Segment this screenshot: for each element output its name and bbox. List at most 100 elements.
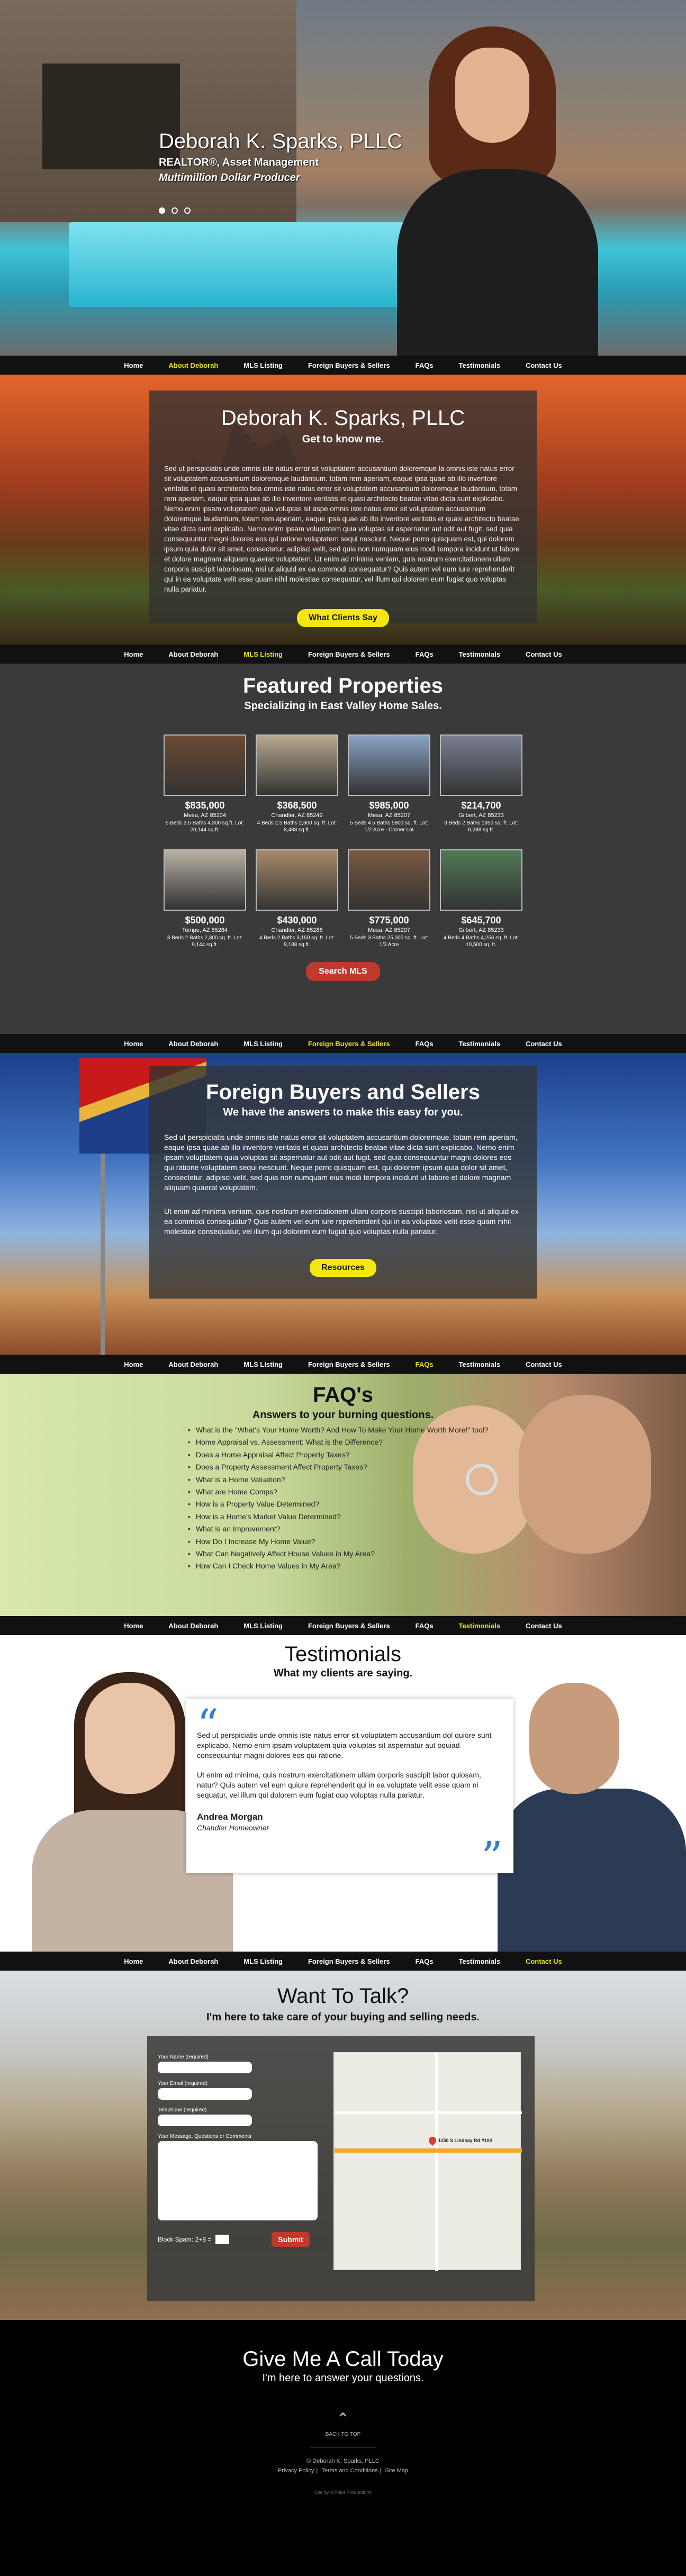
back-to-top-link[interactable]: BACK TO TOP [0,2432,686,2437]
nav-item[interactable]: About Deborah [168,650,218,658]
slider-dot[interactable] [184,207,191,214]
nav-item[interactable]: Foreign Buyers & Sellers [308,1622,390,1630]
message-field[interactable] [158,2141,318,2220]
name-field[interactable] [158,2062,252,2073]
nav-item[interactable]: MLS Listing [243,1957,283,1965]
nav-item[interactable]: Testimonials [459,1622,501,1630]
property-photo[interactable] [348,849,430,911]
nav-item[interactable]: MLS Listing [243,361,283,369]
property-photo[interactable] [256,734,338,796]
nav-item[interactable]: Contact Us [526,1957,562,1965]
site-map-link[interactable]: Site Map [385,2468,408,2474]
nav-item[interactable]: FAQs [416,1957,434,1965]
nav-item[interactable]: About Deborah [168,1040,218,1048]
nav-item[interactable]: Testimonials [459,361,501,369]
nav-item[interactable]: MLS Listing [243,1622,283,1630]
what-clients-say-button[interactable]: What Clients Say [297,609,389,627]
faq-item[interactable]: What is the "What's Your Home Worth? And… [188,1424,489,1436]
nav-item[interactable]: About Deborah [168,1622,218,1630]
nav-item[interactable]: Home [124,650,143,658]
faq-item[interactable]: How Can I Check Home Values in My Area? [188,1560,489,1572]
nav-item[interactable]: Contact Us [526,361,562,369]
nav-item[interactable]: Testimonials [459,1360,501,1368]
property-card[interactable]: $500,000 Tempe, AZ 85284 3 Beds 2 Baths 2,… [164,849,246,948]
nav-item[interactable]: Contact Us [526,1622,562,1630]
nav-item[interactable]: About Deborah [168,1360,218,1368]
nav-item[interactable]: Home [124,1622,143,1630]
property-details: 4 Beds 4 Baths 4,256 sq. ft. Lot: 10,500… [443,935,519,948]
nav-item[interactable]: Foreign Buyers & Sellers [308,361,390,369]
nav-item[interactable]: Home [124,361,143,369]
faq-item[interactable]: What is an Improvement? [188,1523,489,1535]
property-photo[interactable] [440,734,522,796]
faq-subheading: Answers to your burning questions. [252,1409,434,1421]
nav-item[interactable]: About Deborah [168,361,218,369]
property-card[interactable]: $645,700 Gilbert, AZ 85233 4 Beds 4 Baths … [440,849,522,948]
property-card[interactable]: $835,000 Mesa, AZ 85204 5 Beds 3.5 Baths 4… [164,734,246,833]
property-photo[interactable] [164,734,246,796]
phone-field[interactable] [158,2115,252,2126]
nav-item[interactable]: Home [124,1040,143,1048]
property-card[interactable]: $775,000 Mesa, AZ 85207 5 Beds 3 Baths 25,… [348,849,430,948]
nav-item[interactable]: Foreign Buyers & Sellers [308,1957,390,1965]
nav-item[interactable]: MLS Listing [243,1360,283,1368]
nav-item[interactable]: Home [124,1360,143,1368]
nav-item[interactable]: FAQs [416,361,434,369]
privacy-policy-link[interactable]: Privacy Policy [278,2468,314,2474]
property-card[interactable]: $985,000 Mesa, AZ 85207 5 Beds 4.5 Baths 5… [348,734,430,833]
nav-item[interactable]: Contact Us [526,1360,562,1368]
faq-section: FAQ's Answers to your burning questions.… [0,1374,686,1616]
location-map[interactable]: 1150 S Lindsay Rd #104 [333,2052,522,2271]
nav-item[interactable]: Foreign Buyers & Sellers [308,650,390,658]
faq-item[interactable]: How Do I Increase My Home Value? [188,1536,489,1548]
faq-heading: FAQ's [313,1383,373,1407]
nav-item[interactable]: Contact Us [526,1040,562,1048]
email-field[interactable] [158,2088,252,2100]
slider-dot[interactable] [172,207,178,214]
nav-item[interactable]: About Deborah [168,1957,218,1965]
submit-button[interactable]: Submit [272,2232,310,2247]
faq-item[interactable]: Does a Property Assessment Affect Proper… [188,1461,489,1473]
faq-item[interactable]: Does a Home Appraisal Affect Property Ta… [188,1449,489,1461]
property-photo[interactable] [348,734,430,796]
about-panel: Deborah K. Sparks, PLLC Get to know me. … [149,391,537,627]
property-address: Chandler, AZ 85286 [271,927,323,933]
nav-item[interactable]: FAQs [416,1622,434,1630]
captcha-field[interactable] [215,2235,230,2244]
faq-item[interactable]: How is a Property Value Determined? [188,1498,489,1510]
nav-item[interactable]: Foreign Buyers & Sellers [308,1360,390,1368]
property-photo[interactable] [164,849,246,911]
nav-item[interactable]: FAQs [416,650,434,658]
nav-item[interactable]: MLS Listing [243,1040,283,1048]
testimonials-section: Testimonials What my clients are saying.… [0,1635,686,1952]
terms-link[interactable]: Terms and Conditions [321,2468,377,2474]
search-mls-button[interactable]: Search MLS [306,962,380,981]
testimonial-role: Chandler Homeowner [197,1824,269,1832]
nav-item[interactable]: FAQs [416,1040,434,1048]
property-card[interactable]: $214,700 Gilbert, AZ 85233 3 Beds 2 Baths … [440,734,522,833]
nav-item[interactable]: Testimonials [459,1040,501,1048]
chevron-up-icon[interactable]: ⌃ [0,2410,686,2428]
faq-item[interactable]: What is a Home Valuation? [188,1474,489,1486]
nav-item[interactable]: Testimonials [459,650,501,658]
nav-item[interactable]: Foreign Buyers & Sellers [308,1040,390,1048]
nav-item[interactable]: Contact Us [526,650,562,658]
nav-item[interactable]: Home [124,1957,143,1965]
faq-item[interactable]: Home Appraisal vs. Assessment: What is t… [188,1436,489,1448]
nav-item[interactable]: FAQs [416,1360,434,1368]
agent-photo [381,11,603,356]
property-photo[interactable] [256,849,338,911]
property-photo[interactable] [440,849,522,911]
property-details: 5 Beds 3 Baths 25,000 sq. ft. Lot: 1/3 A… [350,935,428,948]
faq-item[interactable]: What are Home Comps? [188,1486,489,1498]
property-card[interactable]: $368,500 Chandler, AZ 85249 4 Beds 2.5 Bat… [256,734,338,833]
resources-button[interactable]: Resources [310,1259,376,1277]
nav-item[interactable]: MLS Listing [243,650,283,658]
slider-dots [159,207,191,214]
faq-item[interactable]: How is a Home's Market Value Determined? [188,1511,489,1523]
property-card[interactable]: $430,000 Chandler, AZ 85286 4 Beds 2 Baths… [256,849,338,948]
nav-item[interactable]: Testimonials [459,1957,501,1965]
slider-dot[interactable] [159,207,165,214]
property-price: $368,500 [277,800,317,811]
faq-item[interactable]: What Can Negatively Affect House Values … [188,1548,489,1560]
